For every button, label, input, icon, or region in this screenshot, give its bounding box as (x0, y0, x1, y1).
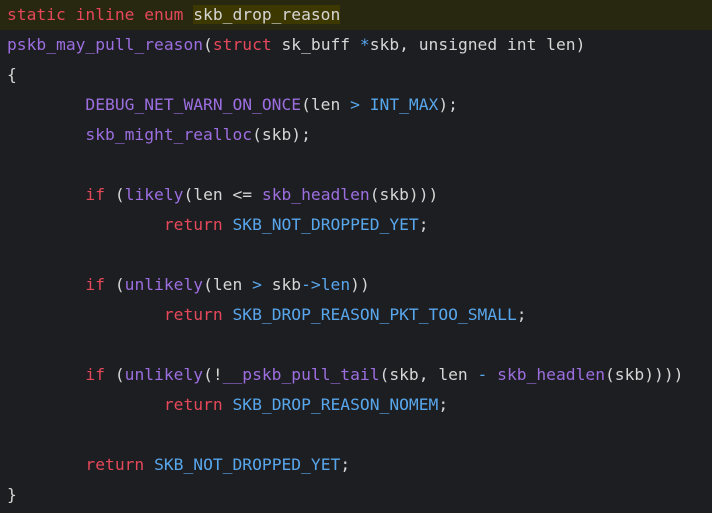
code-editor[interactable]: static inline enum skb_drop_reason pskb_m… (0, 0, 712, 510)
code-token: (skb))) (369, 185, 439, 204)
code-token: if (85, 275, 106, 294)
code-token: likely (124, 185, 184, 204)
code-token: static inline enum (7, 5, 194, 24)
code-token: ( (105, 365, 125, 384)
code-token: ); (438, 95, 458, 114)
code-token: DEBUG_NET_WARN_ON_ONCE (85, 95, 302, 114)
code-token: sk_buff (271, 35, 360, 54)
code-token: skb (261, 275, 302, 294)
code-token: SKB_DROP_REASON_PKT_TOO_SMALL (232, 305, 517, 324)
code-line: pskb_may_pull_reason(struct sk_buff *skb… (0, 30, 712, 60)
code-token: INT_MAX (369, 95, 439, 114)
code-token: skb_headlen (261, 185, 370, 204)
code-line: return SKB_DROP_REASON_NOMEM; (0, 390, 712, 420)
code-token: skb_might_realloc (85, 125, 253, 144)
code-token: return (163, 215, 223, 234)
code-token: if (85, 365, 106, 384)
code-token: SKB_DROP_REASON_NOMEM (232, 395, 439, 414)
code-token: unlikely (124, 275, 204, 294)
code-token: (skb)))) (605, 365, 684, 384)
code-token: } (7, 485, 17, 504)
code-token: return (163, 305, 223, 324)
code-token: > (252, 275, 262, 294)
code-line: } (0, 480, 712, 510)
code-line: if (likely(len <= skb_headlen(skb))) (0, 180, 712, 210)
code-token: SKB_NOT_DROPPED_YET (232, 215, 419, 234)
code-token: { (7, 65, 17, 84)
code-token: ( (105, 185, 125, 204)
code-token: skb_headlen (497, 365, 605, 384)
code-token: ; (418, 215, 429, 234)
code-line: static inline enum skb_drop_reason (0, 0, 712, 30)
code-token: skb, unsigned int len) (369, 35, 586, 54)
code-line: if (unlikely(!__pskb_pull_tail(skb, len … (0, 360, 712, 390)
code-token: struct (212, 35, 272, 54)
code-token: return (163, 395, 223, 414)
code-line: return SKB_DROP_REASON_PKT_TOO_SMALL; (0, 300, 712, 330)
code-token: (len (301, 95, 351, 114)
code-token: (! (203, 365, 223, 384)
code-token: (skb, len (379, 365, 478, 384)
code-token: return (85, 455, 145, 474)
code-line: { (0, 60, 712, 90)
code-token: ( (203, 35, 213, 54)
code-token: __pskb_pull_tail (222, 365, 380, 384)
code-token: > (350, 95, 360, 114)
code-line: DEBUG_NET_WARN_ON_ONCE(len > INT_MAX); (0, 90, 712, 120)
code-line: skb_might_realloc(skb); (0, 120, 712, 150)
code-token: )) (350, 275, 370, 294)
code-token: len (320, 275, 351, 294)
code-token: pskb_may_pull_reason (7, 35, 204, 54)
code-line: return SKB_NOT_DROPPED_YET; (0, 450, 712, 480)
code-token: (len <= (183, 185, 262, 204)
code-token: skb_drop_reason (193, 5, 341, 24)
code-token: ; (516, 305, 527, 324)
code-token: ; (438, 395, 449, 414)
code-token: ; (340, 455, 351, 474)
code-token: SKB_NOT_DROPPED_YET (154, 455, 341, 474)
code-token: - (477, 365, 488, 384)
code-token: ( (105, 275, 125, 294)
code-token: unlikely (124, 365, 204, 384)
code-token: -> (301, 275, 321, 294)
code-token: * (359, 35, 370, 54)
code-token: (len (203, 275, 253, 294)
code-line: if (unlikely(len > skb->len)) (0, 270, 712, 300)
code-line: return SKB_NOT_DROPPED_YET; (0, 210, 712, 240)
code-token: if (85, 185, 106, 204)
code-token: (skb); (252, 125, 311, 144)
